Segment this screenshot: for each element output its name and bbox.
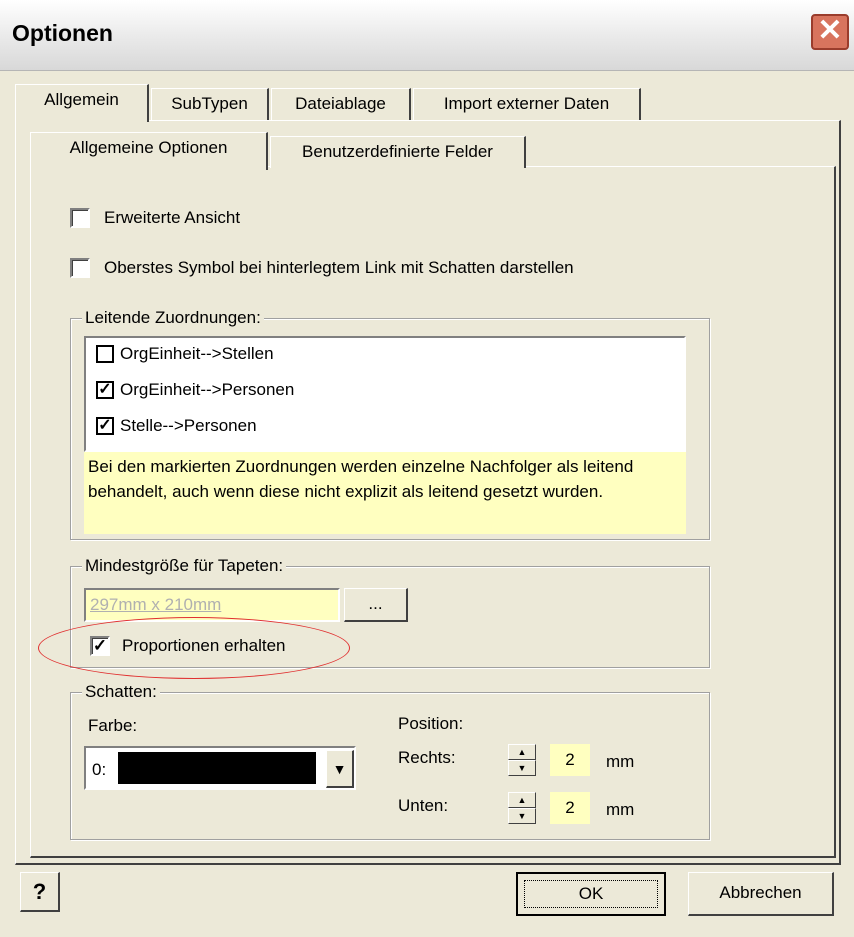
farbe-label: Farbe: [88,716,138,735]
farbe-swatch [118,752,316,784]
list-item: Stelle-->Personen [120,416,257,435]
unten-label: Unten: [398,796,449,815]
oberstes-symbol-checkbox[interactable] [70,258,90,278]
help-button[interactable]: ? [20,872,60,912]
tab-allgemein[interactable]: Allgemein [15,84,149,122]
mindestgroesse-label: Mindestgröße für Tapeten: [82,556,287,576]
unten-value[interactable]: 2 [550,792,590,824]
zuordnung-checkbox[interactable]: ✓ [96,417,114,435]
tab-allgemeine-optionen[interactable]: Allgemeine Optionen [30,132,268,170]
rechts-value[interactable]: 2 [550,744,590,776]
title-bar [0,0,854,71]
spin-up-icon[interactable]: ▲ [508,744,536,760]
tab-import-externer-daten[interactable]: Import externer Daten [413,88,641,120]
leitende-zuordnungen-label: Leitende Zuordnungen: [82,308,264,328]
tapeten-browse-button[interactable]: ... [344,588,408,622]
farbe-value: 0: [92,760,107,779]
spin-up-icon[interactable]: ▲ [508,792,536,808]
unten-unit: mm [606,800,635,819]
farbe-dropdown-button[interactable]: ▼ [326,750,354,788]
oberstes-symbol-label: Oberstes Symbol bei hinterlegtem Link mi… [104,258,574,277]
spin-down-icon[interactable]: ▼ [508,808,536,824]
rechts-label: Rechts: [398,748,456,767]
ok-button[interactable]: OK [516,872,666,916]
window-title: Optionen [12,20,113,46]
tab-subtypen[interactable]: SubTypen [151,88,269,120]
focus-rect [524,880,658,908]
erweiterte-ansicht-checkbox[interactable] [70,208,90,228]
zuordnung-checkbox[interactable]: ✓ [96,381,114,399]
tab-benutzerdefinierte-felder[interactable]: Benutzerdefinierte Felder [270,136,526,168]
rechts-unit: mm [606,752,635,771]
tab-dateiablage[interactable]: Dateiablage [271,88,411,120]
zuordnung-checkbox[interactable] [96,345,114,363]
highlight-ellipse [38,617,350,679]
spin-down-icon[interactable]: ▼ [508,760,536,776]
close-button[interactable]: ✕ [811,14,849,50]
chevron-down-icon: ▼ [332,761,347,777]
position-label: Position: [398,714,464,733]
list-item: OrgEinheit-->Stellen [120,344,274,363]
list-item: OrgEinheit-->Personen [120,380,295,399]
zuordnungen-note: Bei den markierten Zuordnungen werden ei… [84,452,686,534]
rechts-spinner[interactable]: ▲ ▼ [508,744,536,778]
cancel-button[interactable]: Abbrechen [688,872,834,916]
close-icon: ✕ [817,14,843,47]
help-icon: ? [32,879,47,904]
erweiterte-ansicht-label: Erweiterte Ansicht [104,208,241,227]
schatten-label: Schatten: [82,682,160,702]
unten-spinner[interactable]: ▲ ▼ [508,792,536,826]
